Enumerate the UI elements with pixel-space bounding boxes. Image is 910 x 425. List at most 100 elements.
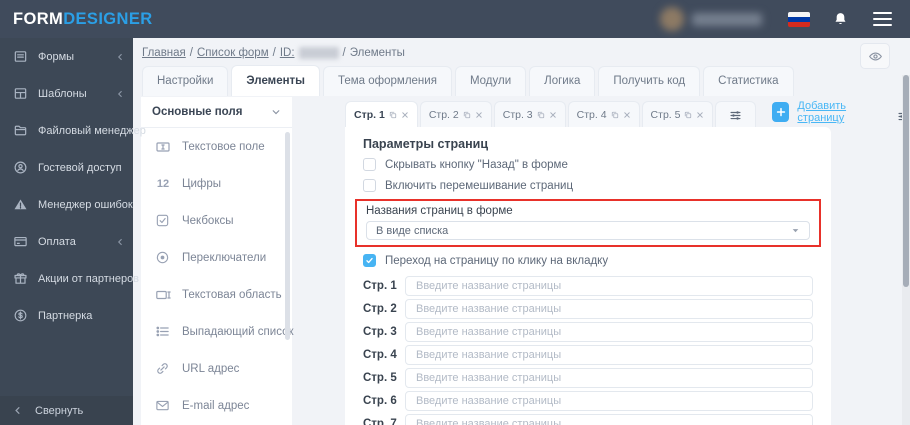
breadcrumb-forms-list-link[interactable]: Список форм [197, 47, 269, 59]
field-item-label: Цифры [182, 177, 222, 190]
page-row-label: Стр. 6 [363, 395, 397, 407]
copy-page-icon[interactable] [463, 111, 471, 119]
page-name-input-3[interactable] [405, 322, 813, 342]
sidebar-item-guest-access[interactable]: Гостевой доступ [0, 149, 133, 186]
sidebar-item-affiliate[interactable]: Партнерка [0, 297, 133, 334]
tab-theme[interactable]: Тема оформления [323, 66, 452, 96]
field-item-checkboxes[interactable]: Чекбоксы [141, 202, 292, 239]
field-item-url[interactable]: URL адрес [141, 350, 292, 387]
tab-elements[interactable]: Элементы [231, 65, 320, 96]
notifications-bell-icon[interactable] [832, 11, 849, 28]
field-item-radios[interactable]: Переключатели [141, 239, 292, 276]
page-row-label: Стр. 7 [363, 418, 397, 425]
sidebar-item-error-manager[interactable]: Менеджер ошибок [0, 186, 133, 223]
tab-modules[interactable]: Модули [454, 66, 527, 96]
checkbox-unchecked[interactable] [363, 179, 376, 192]
chevron-left-icon [13, 406, 22, 415]
fields-panel-scrollbar[interactable] [285, 132, 290, 340]
link-icon [155, 361, 171, 376]
page-tab-label: Стр. 2 [428, 109, 459, 121]
copy-page-icon[interactable] [684, 111, 692, 119]
field-item-numbers[interactable]: 12 Цифры [141, 165, 292, 202]
page-name-input-5[interactable] [405, 368, 813, 388]
close-page-icon[interactable] [549, 111, 557, 119]
page-name-row: Стр. 4 [363, 345, 813, 365]
checkbox-label: Переход на страницу по клику на вкладку [385, 254, 609, 267]
sidebar-item-partner-promos[interactable]: Акции от партнеров [0, 260, 139, 297]
page-tab-5[interactable]: Стр. 5 [641, 101, 714, 128]
copy-page-icon[interactable] [537, 111, 545, 119]
form-id-blurred [298, 47, 339, 59]
sidebar-item-forms[interactable]: Формы [0, 38, 133, 75]
page-tab-3[interactable]: Стр. 3 [493, 101, 566, 128]
page-tab-2[interactable]: Стр. 2 [419, 101, 492, 128]
chevron-down-icon [791, 226, 800, 235]
menu-burger-icon[interactable] [873, 11, 892, 27]
copy-page-icon[interactable] [389, 111, 397, 119]
sidebar-collapse-button[interactable]: Свернуть [0, 396, 133, 425]
page-tab-1[interactable]: Стр. 1 [345, 101, 418, 128]
close-page-icon[interactable] [696, 111, 704, 119]
templates-icon [13, 86, 28, 101]
sidebar-item-templates[interactable]: Шаблоны [0, 75, 133, 112]
dropdown-list-icon [155, 324, 171, 339]
page-tabs: Стр. 1 Стр. 2 Стр. 3 Стр. 4 Стр. 5 Добав… [345, 100, 910, 128]
user-avatar-blurred [660, 7, 684, 31]
close-page-icon[interactable] [475, 111, 483, 119]
close-page-icon[interactable] [623, 111, 631, 119]
hide-back-button-checkbox-row[interactable]: Скрывать кнопку "Назад" в форме [363, 157, 813, 172]
page-settings-card: Параметры страниц Скрывать кнопку "Назад… [345, 127, 831, 425]
field-item-email[interactable]: E-mail адрес [141, 387, 292, 424]
tab-get-code[interactable]: Получить код [598, 66, 701, 96]
tab-statistics[interactable]: Статистика [703, 66, 794, 96]
window-scrollbar-thumb[interactable] [903, 75, 909, 287]
add-page-link[interactable]: Добавить страницу [797, 100, 881, 124]
page-name-row: Стр. 2 [363, 299, 813, 319]
affiliate-icon [13, 308, 28, 323]
copy-page-icon[interactable] [611, 111, 619, 119]
page-names-select[interactable]: В виде списка [366, 221, 810, 240]
page-name-row: Стр. 6 [363, 391, 813, 411]
tab-logic[interactable]: Логика [529, 66, 596, 96]
user-account-blurred[interactable] [660, 7, 762, 31]
breadcrumb-home-link[interactable]: Главная [142, 47, 186, 59]
shuffle-pages-checkbox-row[interactable]: Включить перемешивание страниц [363, 178, 813, 193]
highlighted-setting-box: Названия страниц в форме В виде списка [355, 199, 821, 247]
sidebar-item-file-manager[interactable]: Файловый менеджер [0, 112, 146, 149]
window-scrollbar[interactable] [902, 75, 910, 425]
fields-panel-header[interactable]: Основные поля [141, 97, 292, 128]
page-tabs-settings-tab[interactable] [715, 101, 757, 128]
user-name-blurred [692, 12, 762, 26]
breadcrumb-current: Элементы [349, 47, 405, 59]
sidebar-item-label: Акции от партнеров [38, 272, 140, 285]
checkbox-checked[interactable] [363, 254, 376, 267]
textarea-icon [155, 287, 171, 303]
page-tab-4[interactable]: Стр. 4 [567, 101, 640, 128]
breadcrumb-id-link[interactable]: ID: [280, 47, 295, 59]
checkbox-unchecked[interactable] [363, 158, 376, 171]
preview-eye-button[interactable] [860, 43, 890, 69]
page-name-input-4[interactable] [405, 345, 813, 365]
field-item-label: Текстовое поле [182, 140, 265, 153]
close-page-icon[interactable] [401, 111, 409, 119]
tab-settings[interactable]: Настройки [142, 66, 229, 96]
eye-icon [868, 52, 882, 60]
page-row-label: Стр. 1 [363, 280, 397, 292]
field-item-text-field[interactable]: Текстовое поле [141, 128, 292, 165]
breadcrumb-separator: / [342, 47, 346, 59]
breadcrumb-separator: / [272, 47, 276, 59]
page-row-label: Стр. 3 [363, 326, 397, 338]
sidebar-item-payment[interactable]: Оплата [0, 223, 133, 260]
page-name-input-1[interactable] [405, 276, 813, 296]
page-name-input-6[interactable] [405, 391, 813, 411]
field-item-label: E-mail адрес [182, 399, 250, 412]
go-to-page-on-tab-click-checkbox-row[interactable]: Переход на страницу по клику на вкладку [363, 253, 813, 268]
page-name-input-2[interactable] [405, 299, 813, 319]
app-logo[interactable]: FORMDESIGNER [13, 10, 153, 29]
add-page-button[interactable] [772, 102, 790, 122]
language-flag-russia[interactable] [788, 11, 810, 27]
field-item-textarea[interactable]: Текстовая область [141, 276, 292, 313]
field-item-label: Выпадающий список [182, 325, 294, 338]
page-name-input-7[interactable] [405, 414, 813, 425]
field-item-dropdown[interactable]: Выпадающий список [141, 313, 294, 350]
